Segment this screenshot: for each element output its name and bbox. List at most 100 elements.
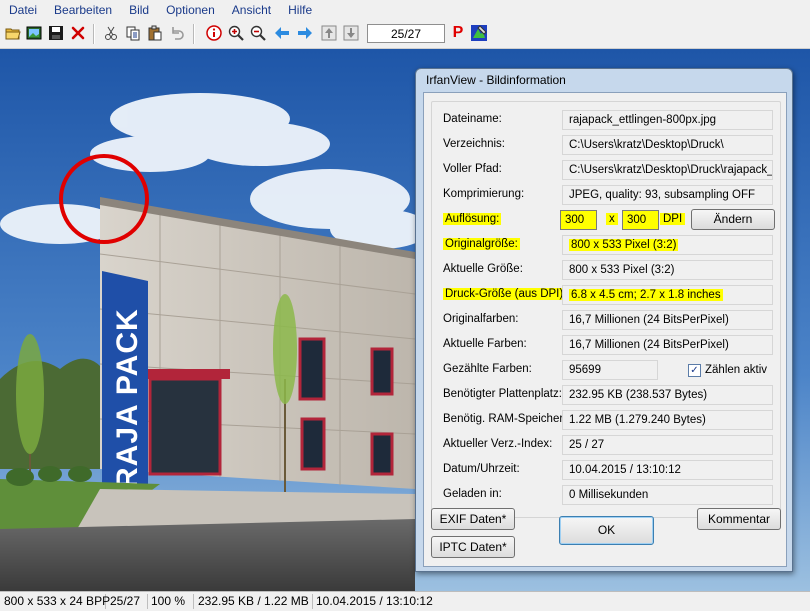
row-current-size: Aktuelle Größe: 800 x 533 Pixel (3:2) [432,258,780,283]
current-size-value: 800 x 533 Pixel (3:2) [562,260,773,280]
last-image-icon[interactable] [342,24,360,42]
status-filesize: 232.95 KB / 1.22 MB [194,594,313,609]
load-time-value: 0 Millisekunden [562,485,773,505]
full-path-label: Voller Pfad: [443,163,502,175]
slideshow-icon[interactable] [25,24,43,42]
paste-icon[interactable] [146,24,164,42]
exif-data-button[interactable]: EXIF Daten* [431,508,515,530]
save-icon[interactable] [47,24,65,42]
cut-icon[interactable] [102,24,120,42]
sign-text: RAJA PACK [111,308,144,489]
dialog-title: IrfanView - Bildinformation [426,73,566,87]
count-colors-label[interactable]: Zählen aktiv [705,364,767,376]
original-size-label: Originalgröße: [443,238,520,250]
road [0,519,415,591]
print-size-label: Druck-Größe (aus DPI): [443,288,569,300]
compression-label: Komprimierung: [443,188,525,200]
row-resolution: Auflösung: 300 x 300 DPI Ändern [432,208,780,233]
tree-left [16,334,44,454]
status-datetime: 10.04.2015 / 13:10:12 [316,594,433,608]
ok-button[interactable]: OK [559,516,654,545]
disk-space-value: 232.95 KB (238.537 Bytes) [562,385,773,405]
current-colors-value: 16,7 Millionen (24 BitsPerPixel) [562,335,773,355]
load-time-label: Geladen in: [443,488,502,500]
entrance-canopy [140,369,230,379]
row-folder-index: Aktueller Verz.-Index: 25 / 27 [432,433,780,458]
print-size-value: 6.8 x 4.5 cm; 2.7 x 1.8 inches [562,285,773,305]
paint-icon[interactable] [470,24,488,42]
original-size-value-text: 800 x 533 Pixel (3:2) [569,239,679,251]
directory-label: Verzeichnis: [443,138,506,150]
info-icon[interactable] [205,24,223,42]
undo-icon[interactable] [168,24,186,42]
original-colors-value: 16,7 Millionen (24 BitsPerPixel) [562,310,773,330]
first-image-icon[interactable] [320,24,338,42]
info-group: Dateiname: rajapack_ettlingen-800px.jpg … [431,101,781,518]
counted-colors-value: 95699 [562,360,658,380]
filename-value[interactable]: rajapack_ettlingen-800px.jpg [562,110,773,130]
menu-hilfe[interactable]: Hilfe [279,0,320,20]
toolbar-separator [193,24,195,44]
filename-label: Dateiname: [443,113,502,125]
full-path-value[interactable]: C:\Users\kratz\Desktop\Druck\rajapack_e [562,160,773,180]
row-original-size: Originalgröße: 800 x 533 Pixel (3:2) [432,233,780,258]
current-colors-label: Aktuelle Farben: [443,338,527,350]
status-dimensions: 800 x 533 x 24 BPP [0,594,110,609]
resolution-separator: x [606,213,618,225]
compression-value: JPEG, quality: 93, subsampling OFF [562,185,773,205]
row-load-time: Geladen in: 0 Millisekunden [432,483,780,508]
comment-button[interactable]: Kommentar [697,508,781,530]
original-size-label-text: Originalgröße: [443,238,520,250]
background-trees [0,358,110,469]
dpi-label: DPI [660,213,686,225]
zoom-out-icon[interactable] [249,24,267,42]
folder-index-label: Aktueller Verz.-Index: [443,438,553,450]
change-resolution-button[interactable]: Ändern [691,209,775,230]
menu-bild[interactable]: Bild [120,0,157,20]
ram-value: 1.22 MB (1.279.240 Bytes) [562,410,773,430]
folder-index-value: 25 / 27 [562,435,773,455]
ram-label: Benötig. RAM-Speicher: [443,413,567,425]
original-colors-label: Originalfarben: [443,313,519,325]
tree-right [273,294,297,404]
status-index: 25/27 [106,594,148,609]
row-ram: Benötig. RAM-Speicher: 1.22 MB (1.279.24… [432,408,780,433]
status-zoom: 100 % [147,594,194,609]
print-icon[interactable]: P [449,24,467,42]
row-full-path: Voller Pfad: C:\Users\kratz\Desktop\Druc… [432,158,780,183]
resolution-x-input[interactable]: 300 [560,210,597,230]
row-current-colors: Aktuelle Farben: 16,7 Millionen (24 Bits… [432,333,780,358]
original-size-value: 800 x 533 Pixel (3:2) [562,235,773,255]
row-print-size: Druck-Größe (aus DPI): 6.8 x 4.5 cm; 2.7… [432,283,780,308]
counted-colors-label: Gezählte Farben: [443,363,532,375]
delete-icon[interactable] [69,24,87,42]
row-original-colors: Originalfarben: 16,7 Millionen (24 BitsP… [432,308,780,333]
zoom-in-icon[interactable] [227,24,245,42]
resolution-label: Auflösung: [443,213,502,225]
resolution-y-input[interactable]: 300 [622,210,659,230]
toolbar-separator [93,24,95,44]
iptc-data-button[interactable]: IPTC Daten* [431,536,515,558]
copy-icon[interactable] [124,24,142,42]
entrance-door [148,377,222,476]
count-colors-checkbox[interactable]: ✓ [688,364,701,377]
menu-datei[interactable]: Datei [0,0,45,20]
previous-arrow-icon[interactable] [273,24,291,42]
print-size-value-text: 6.8 x 4.5 cm; 2.7 x 1.8 inches [569,289,723,301]
menu-ansicht[interactable]: Ansicht [223,0,279,20]
open-folder-icon[interactable] [4,24,22,42]
dialog-body: Dateiname: rajapack_ettlingen-800px.jpg … [423,92,787,567]
row-filename: Dateiname: rajapack_ettlingen-800px.jpg [432,108,780,133]
datetime-value: 10.04.2015 / 13:10:12 [562,460,773,480]
menu-bar: Datei Bearbeiten Bild Optionen Ansicht H… [0,0,810,20]
directory-value[interactable]: C:\Users\kratz\Desktop\Druck\ [562,135,773,155]
row-disk-space: Benötigter Plattenplatz: 232.95 KB (238.… [432,383,780,408]
next-arrow-icon[interactable] [296,24,314,42]
row-compression: Komprimierung: JPEG, quality: 93, subsam… [432,183,780,208]
menu-bearbeiten[interactable]: Bearbeiten [45,0,120,20]
datetime-label: Datum/Uhrzeit: [443,463,520,475]
menu-optionen[interactable]: Optionen [157,0,223,20]
page-counter-field[interactable]: 25/27 [367,24,445,43]
disk-space-label: Benötigter Plattenplatz: [443,388,562,400]
row-counted-colors: Gezählte Farben: 95699 ✓ Zählen aktiv [432,358,780,383]
